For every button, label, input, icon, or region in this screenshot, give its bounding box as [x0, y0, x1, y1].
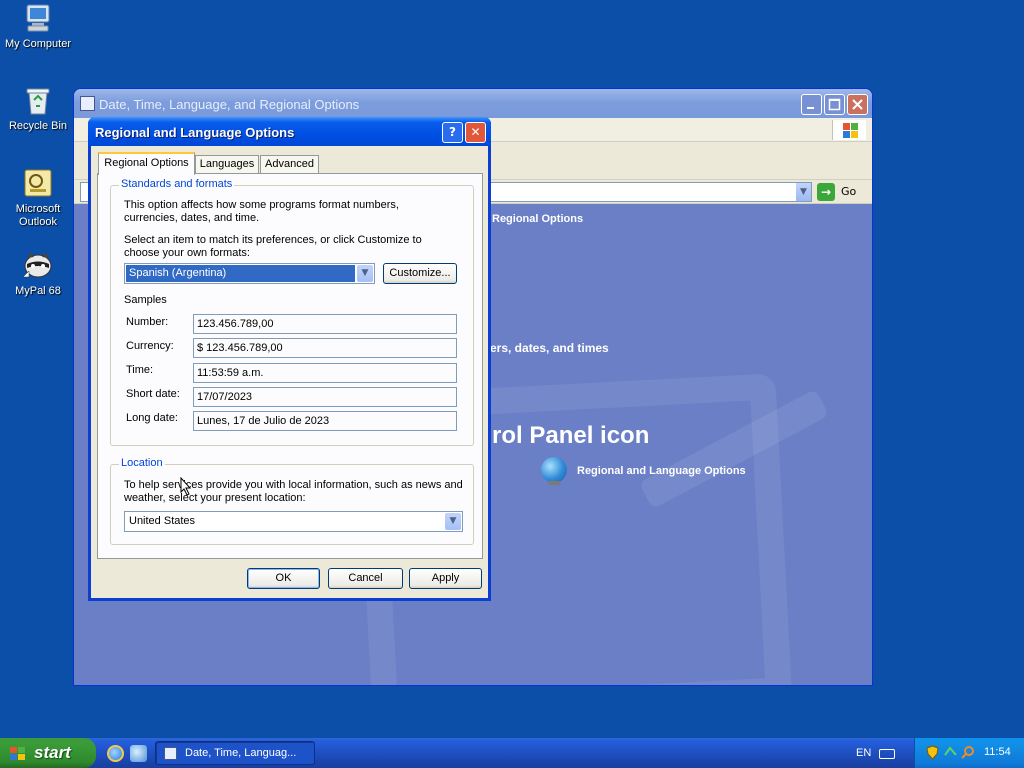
- location-group: Location To help services provide you wi…: [110, 457, 474, 545]
- help-button[interactable]: ?: [442, 122, 463, 143]
- security-shield-icon[interactable]: [925, 745, 940, 760]
- task-label: Date, Time, Languag...: [185, 747, 297, 759]
- chevron-down-icon[interactable]: ▼: [357, 265, 373, 282]
- window-title: Date, Time, Language, and Regional Optio…: [99, 97, 360, 112]
- dialog-titlebar[interactable]: Regional and Language Options ? ✕: [88, 117, 491, 146]
- mypal-raccoon-icon: [22, 249, 54, 281]
- desktop-icon-label: Recycle Bin: [8, 120, 68, 132]
- recycle-bin-icon: [22, 84, 54, 116]
- standards-formats-group: Standards and formats This option affect…: [110, 178, 474, 446]
- location-select[interactable]: United States ▼: [124, 511, 463, 532]
- cp-link-label: Regional and Language Options: [577, 465, 746, 477]
- control-panel-icon: [164, 747, 177, 760]
- internet-explorer-icon[interactable]: [107, 745, 124, 762]
- desktop-icon-label: MyPal 68: [15, 285, 61, 297]
- close-button[interactable]: ✕: [465, 122, 486, 143]
- group-legend: Standards and formats: [119, 178, 235, 190]
- tab-panel: Standards and formats This option affect…: [97, 173, 483, 559]
- cancel-button[interactable]: Cancel: [328, 568, 403, 589]
- desktop-icon-microsoft-outlook[interactable]: Microsoft Outlook: [0, 167, 76, 229]
- chevron-down-icon[interactable]: ▼: [795, 183, 811, 201]
- desktop-icon-recycle-bin[interactable]: Recycle Bin: [0, 84, 76, 133]
- format-select-value: Spanish (Argentina): [126, 265, 355, 282]
- show-desktop-icon[interactable]: [130, 745, 147, 762]
- standards-description: This option affects how some programs fo…: [124, 199, 399, 224]
- desktop-icon-label: My Computer: [4, 38, 72, 50]
- sample-label-currency: Currency:: [126, 340, 174, 352]
- location-description: To help services provide you with local …: [124, 479, 463, 504]
- regional-language-dialog: Regional and Language Options ? ✕ Region…: [88, 117, 491, 601]
- sample-label-long-date: Long date:: [126, 412, 178, 424]
- group-legend: Location: [119, 457, 165, 469]
- location-select-value: United States: [129, 515, 196, 527]
- start-button[interactable]: start: [0, 738, 96, 768]
- go-label: Go: [841, 185, 857, 198]
- sample-value-currency: $ 123.456.789,00: [193, 338, 457, 358]
- search-icon[interactable]: [961, 745, 976, 760]
- go-button[interactable]: → Go: [817, 182, 867, 202]
- ok-button[interactable]: OK: [247, 568, 320, 589]
- task-link[interactable]: ers, dates, and times: [490, 341, 609, 355]
- outlook-icon: [22, 167, 54, 199]
- chevron-down-icon[interactable]: ▼: [445, 513, 461, 530]
- sample-value-number: 123.456.789,00: [193, 314, 457, 334]
- sample-label-time: Time:: [126, 364, 154, 376]
- sample-value-long-date: Lunes, 17 de Julio de 2023: [193, 411, 457, 431]
- sample-label-short-date: Short date:: [126, 388, 180, 400]
- maximize-button[interactable]: [824, 94, 845, 115]
- start-label: start: [34, 743, 71, 762]
- window-titlebar[interactable]: Date, Time, Language, and Regional Optio…: [74, 89, 872, 118]
- close-button[interactable]: [847, 94, 868, 115]
- see-also-heading[interactable]: Regional Options: [492, 213, 583, 225]
- computer-icon: [22, 2, 54, 34]
- tab-regional-options[interactable]: Regional Options: [98, 152, 195, 175]
- standards-instruction: Select an item to match its preferences,…: [124, 234, 422, 259]
- taskbar-button-date-time[interactable]: Date, Time, Languag...: [155, 741, 315, 765]
- mouse-cursor-icon: [180, 476, 192, 497]
- tab-languages[interactable]: Languages: [195, 155, 259, 174]
- control-panel-icon: [80, 96, 95, 111]
- globe-stand: [548, 481, 560, 485]
- globe-icon: [541, 457, 567, 483]
- windows-logo-icon: [832, 120, 866, 140]
- minimize-button[interactable]: [801, 94, 822, 115]
- windows-logo-icon: [10, 746, 26, 760]
- sample-value-time: 11:53:59 a.m.: [193, 363, 457, 383]
- keyboard-icon[interactable]: [879, 749, 895, 759]
- customize-button[interactable]: Customize...: [383, 263, 457, 284]
- samples-heading: Samples: [124, 294, 167, 306]
- pick-icon-title: rol Panel icon: [492, 422, 650, 449]
- go-arrow-icon: →: [817, 183, 835, 201]
- system-tray: 11:54: [914, 738, 1024, 768]
- apply-button[interactable]: Apply: [409, 568, 482, 589]
- network-icon[interactable]: [943, 745, 958, 760]
- taskbar: start Date, Time, Languag... EN 11:54: [0, 738, 1024, 768]
- sample-value-short-date: 17/07/2023: [193, 387, 457, 407]
- clock[interactable]: 11:54: [984, 746, 1011, 758]
- language-indicator[interactable]: EN: [856, 747, 871, 759]
- desktop-icon-my-computer[interactable]: My Computer: [0, 2, 76, 51]
- desktop-icon-mypal[interactable]: MyPal 68: [0, 249, 76, 298]
- format-select[interactable]: Spanish (Argentina) ▼: [124, 263, 375, 284]
- dialog-title: Regional and Language Options: [95, 125, 295, 140]
- sample-label-number: Number:: [126, 316, 169, 328]
- desktop-icon-label: Microsoft Outlook: [15, 203, 61, 228]
- tab-advanced[interactable]: Advanced: [260, 155, 319, 174]
